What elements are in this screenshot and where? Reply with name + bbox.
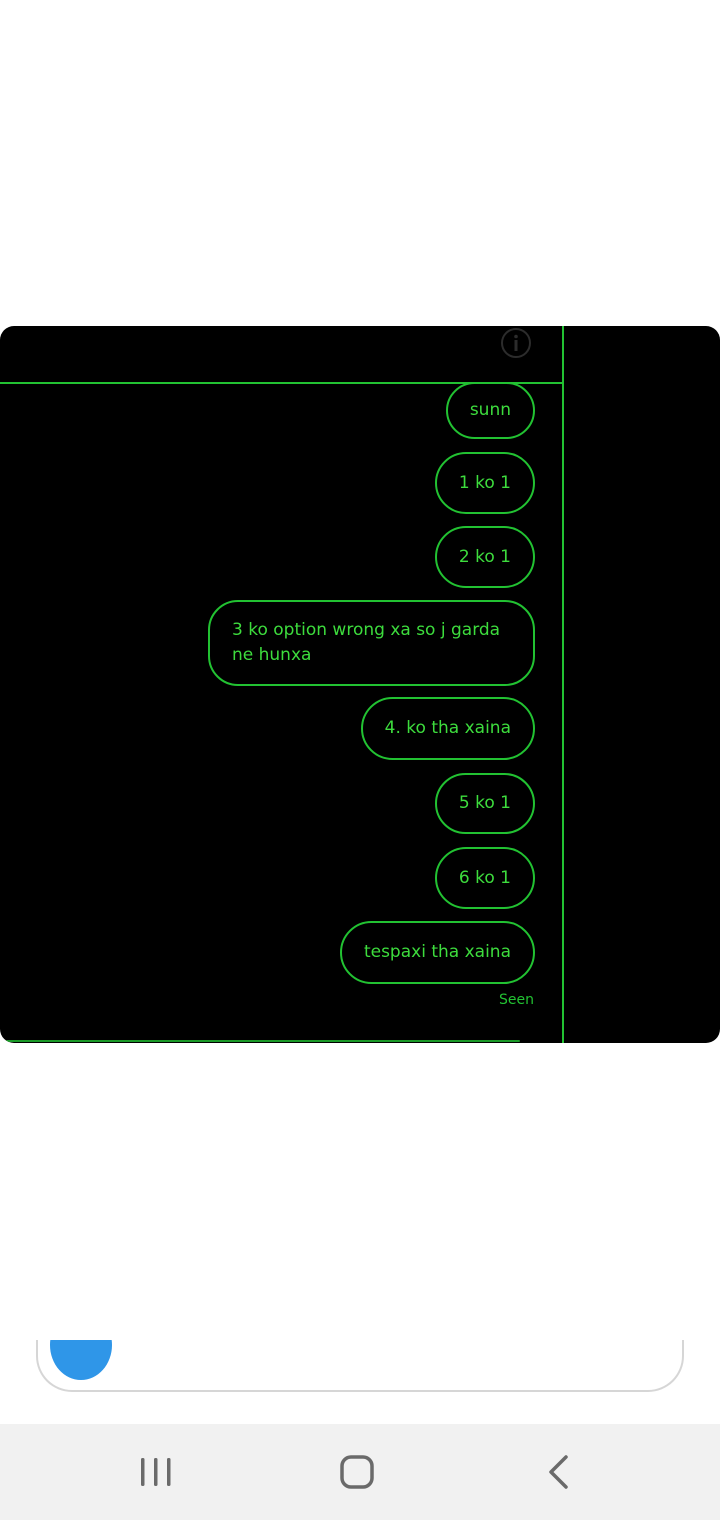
message-text: 6 ko 1 <box>458 867 511 888</box>
seen-status: Seen <box>499 992 534 1008</box>
system-navigation-bar <box>0 1424 720 1520</box>
camera-button[interactable] <box>50 1340 112 1380</box>
input-outline <box>6 1040 520 1042</box>
message-bubble[interactable]: 1 ko 1 <box>434 452 535 514</box>
back-icon[interactable] <box>537 1450 581 1494</box>
home-icon[interactable] <box>335 1450 379 1494</box>
message-bubble[interactable]: 5 ko 1 <box>434 773 535 834</box>
message-bubble[interactable]: tespaxi tha xaina <box>339 921 535 984</box>
message-text: tespaxi tha xaina <box>363 942 511 962</box>
recent-apps-icon[interactable] <box>134 1450 178 1494</box>
message-composer[interactable] <box>36 1340 684 1392</box>
chat-screenshot: sunn 1 ko 1 2 ko 1 3 ko option wrong xa … <box>0 326 720 1043</box>
message-text: sunn <box>469 400 511 420</box>
message-bubble[interactable]: 6 ko 1 <box>434 847 535 909</box>
message-text: 2 ko 1 <box>458 546 511 567</box>
message-bubble[interactable]: sunn <box>445 382 535 439</box>
message-text: 4. ko tha xaina <box>384 718 511 738</box>
info-icon[interactable] <box>500 327 532 359</box>
message-bubble[interactable]: 4. ko tha xaina <box>360 697 535 760</box>
message-text: 3 ko option wrong xa so j garda ne hunxa <box>232 620 501 665</box>
message-text: 5 ko 1 <box>458 793 511 813</box>
message-bubble[interactable]: 2 ko 1 <box>434 526 535 588</box>
message-text: 1 ko 1 <box>458 472 511 493</box>
side-divider <box>562 326 564 1043</box>
message-bubble[interactable]: 3 ko option wrong xa so j garda ne hunxa <box>208 600 535 686</box>
